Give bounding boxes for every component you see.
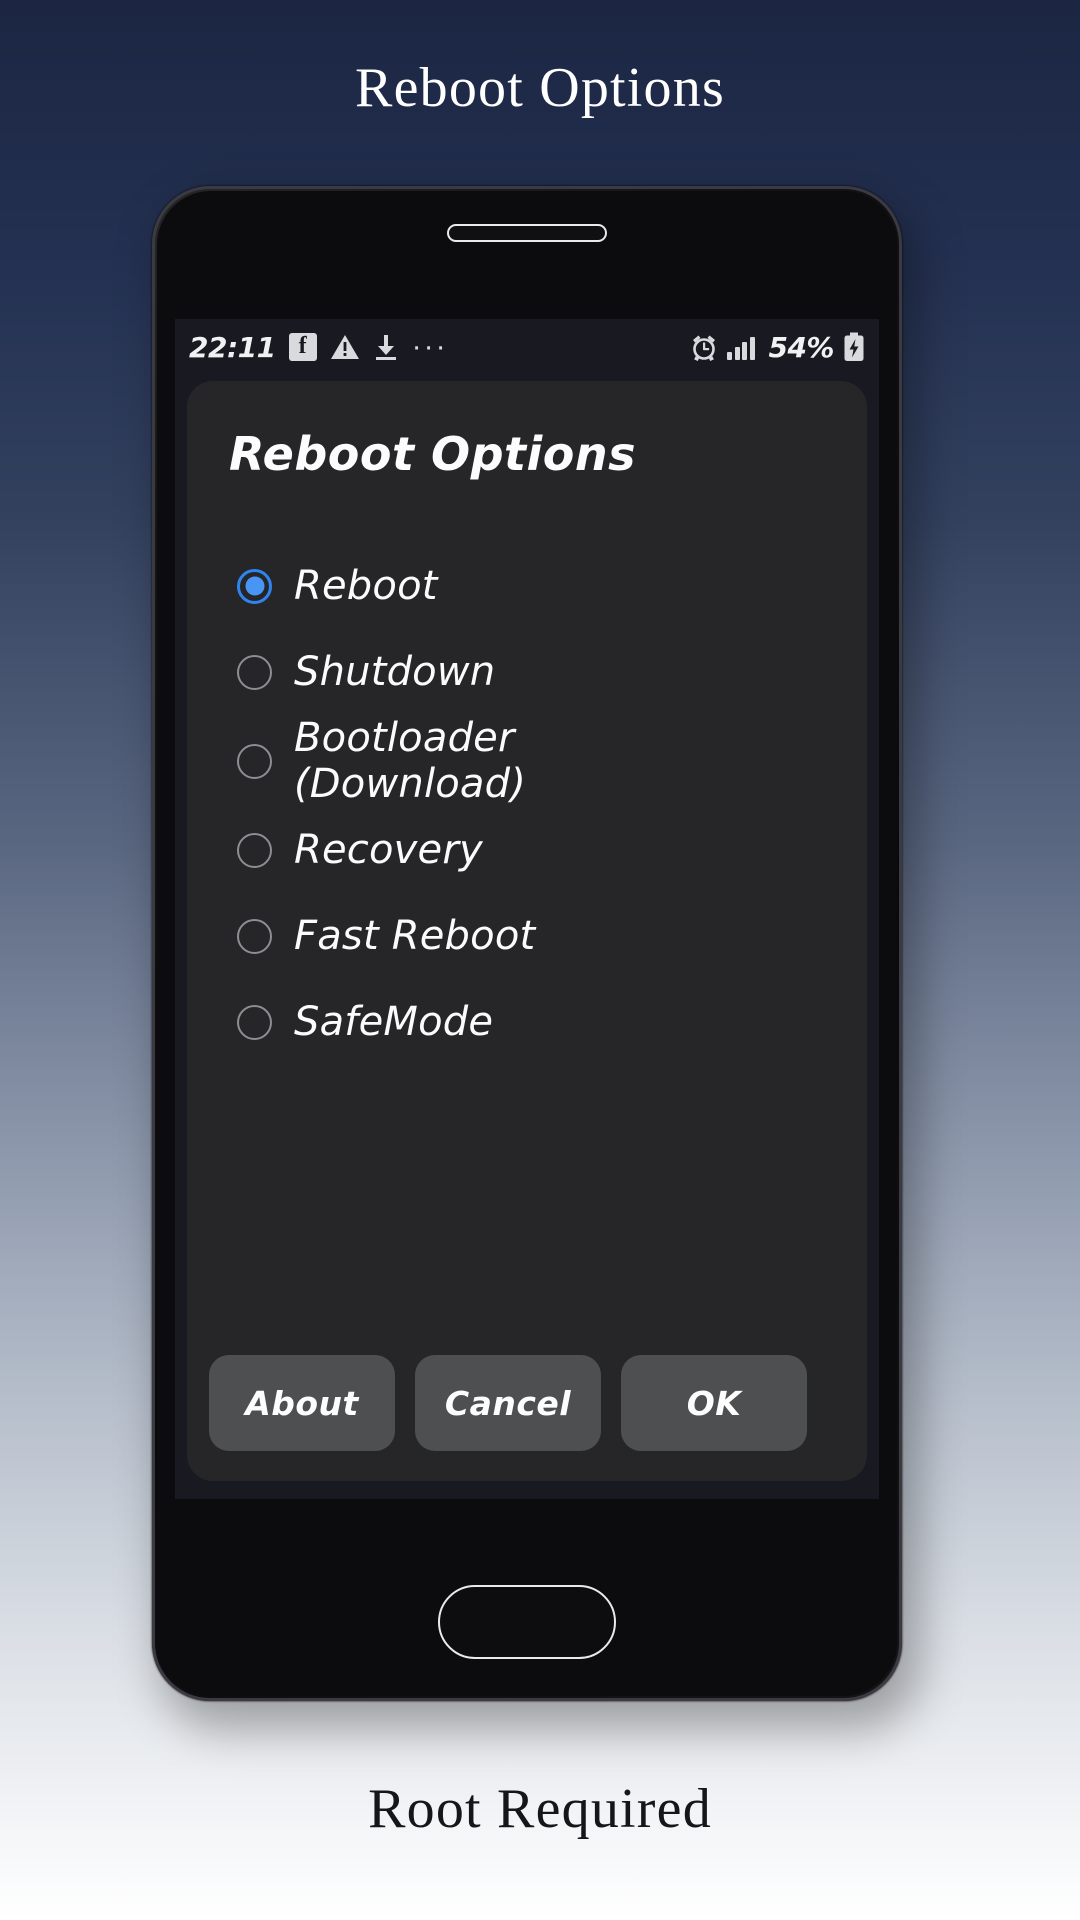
ok-button[interactable]: OK <box>621 1355 807 1451</box>
earpiece-speaker <box>447 224 607 242</box>
phone-device-frame: 22:11 f ··· 54% Reboot Options Reboot Sh… <box>152 186 902 1701</box>
alarm-clock-icon <box>690 333 718 362</box>
radio-shutdown[interactable] <box>237 654 272 690</box>
option-row-shutdown[interactable]: Shutdown <box>213 629 867 715</box>
option-row-bootloader[interactable]: Bootloader (Download) <box>213 715 867 807</box>
radio-reboot[interactable] <box>237 568 272 604</box>
option-row-safemode[interactable]: SafeMode <box>213 979 867 1065</box>
reboot-options-radio-group[interactable]: Reboot Shutdown Bootloader (Download) Re… <box>187 481 867 1355</box>
option-label-safemode: SafeMode <box>294 999 494 1045</box>
option-label-fast-reboot: Fast Reboot <box>294 913 536 959</box>
facebook-icon: f <box>288 333 317 361</box>
radio-recovery[interactable] <box>237 832 272 868</box>
status-bar-right: 54% <box>690 331 865 364</box>
reboot-options-dialog: Reboot Options Reboot Shutdown Bootloade… <box>187 381 867 1481</box>
option-label-reboot: Reboot <box>294 563 438 609</box>
warning-triangle-icon <box>330 333 360 361</box>
option-label-recovery: Recovery <box>294 827 483 873</box>
cancel-button[interactable]: Cancel <box>415 1355 601 1451</box>
status-clock: 22:11 <box>189 330 276 364</box>
option-label-shutdown: Shutdown <box>294 649 496 695</box>
more-notifications-icon: ··· <box>411 330 448 363</box>
radio-bootloader[interactable] <box>237 743 272 779</box>
about-button[interactable]: About <box>209 1355 395 1451</box>
page-title: Reboot Options <box>355 57 725 119</box>
radio-safemode[interactable] <box>237 1004 272 1040</box>
battery-percent-label: 54% <box>768 330 834 364</box>
status-bar-left: 22:11 f ··· <box>189 331 690 364</box>
download-icon <box>373 333 399 361</box>
radio-fast-reboot[interactable] <box>237 918 272 954</box>
dialog-title: Reboot Options <box>229 427 636 481</box>
home-button[interactable] <box>438 1585 616 1659</box>
option-row-fast-reboot[interactable]: Fast Reboot <box>213 893 867 979</box>
option-row-recovery[interactable]: Recovery <box>213 807 867 893</box>
signal-bars-icon <box>727 334 759 360</box>
dialog-button-bar: About Cancel OK <box>187 1355 867 1481</box>
option-label-bootloader: Bootloader (Download) <box>294 715 527 807</box>
option-row-reboot[interactable]: Reboot <box>213 543 867 629</box>
battery-charging-icon <box>843 332 865 362</box>
page-caption: Root Required <box>368 1778 712 1840</box>
status-bar: 22:11 f ··· 54% <box>175 319 879 375</box>
phone-screen: 22:11 f ··· 54% Reboot Options Reboot Sh… <box>175 319 879 1499</box>
